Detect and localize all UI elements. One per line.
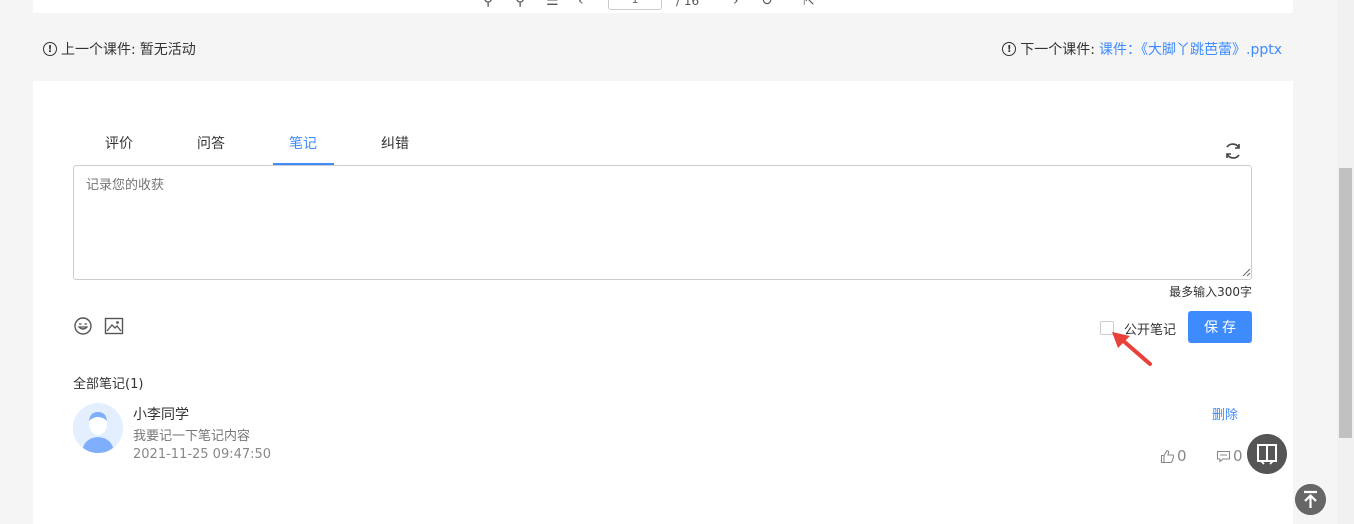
resize-handle-icon[interactable] xyxy=(1241,267,1251,277)
save-button[interactable]: 保存 xyxy=(1188,311,1252,343)
emoji-icon[interactable] xyxy=(73,316,93,336)
prev-courseware-label: 上一个课件: xyxy=(61,42,136,58)
avatar xyxy=(73,403,123,453)
prev-courseware: ! 上一个课件: 暂无活动 xyxy=(43,39,196,59)
fullscreen-icon[interactable]: ⇱ xyxy=(803,0,815,8)
thumbs-up-icon xyxy=(1160,449,1175,463)
zoom-out-icon[interactable]: ⚲ xyxy=(515,0,525,8)
char-limit-hint: 最多输入300字 xyxy=(1169,285,1252,299)
book-icon[interactable] xyxy=(1247,434,1287,474)
notes-panel: 评价 问答 笔记 纠错 最多输入300字 公开笔记 保存 全部笔记(1) xyxy=(33,81,1293,524)
like-count: 0 xyxy=(1177,447,1187,465)
scrollbar-thumb[interactable] xyxy=(1339,168,1352,438)
comment-icon xyxy=(1216,450,1231,463)
next-courseware: ! 下一个课件: 课件：《大脚丫跳芭蕾》.pptx xyxy=(1002,39,1282,59)
back-to-top-icon[interactable] xyxy=(1295,484,1326,515)
prev-courseware-value: 暂无活动 xyxy=(139,42,196,58)
next-courseware-label: 下一个课件: xyxy=(1020,42,1095,58)
page-number-input[interactable]: 1 xyxy=(608,0,662,10)
delete-note-link[interactable]: 删除 xyxy=(1212,404,1238,423)
list-icon[interactable]: ☰ xyxy=(546,0,559,8)
page-total: / 16 xyxy=(676,0,700,8)
tab-qa[interactable]: 问答 xyxy=(165,133,257,165)
tab-notes[interactable]: 笔记 xyxy=(257,133,349,165)
note-content: 我要记一下笔记内容 xyxy=(133,429,251,444)
courseware-navigation: ! 上一个课件: 暂无活动 ! 下一个课件: 课件：《大脚丫跳芭蕾》.pptx xyxy=(0,13,1354,81)
image-icon[interactable] xyxy=(104,317,124,335)
comment-count: 0 xyxy=(1233,447,1243,465)
tab-review[interactable]: 评价 xyxy=(73,133,165,165)
next-page-icon[interactable]: › xyxy=(733,0,739,8)
refresh-icon[interactable] xyxy=(1223,141,1243,161)
document-toolbar: ⚲ ⚲ ☰ ‹ 1 / 16 › ↻ ⇱ xyxy=(33,0,1293,13)
tab-bar: 评价 问答 笔记 纠错 xyxy=(73,133,441,165)
info-icon: ! xyxy=(43,42,57,56)
info-icon: ! xyxy=(1002,42,1017,56)
like-button[interactable]: 0 xyxy=(1160,447,1187,465)
zoom-in-icon[interactable]: ⚲ xyxy=(483,0,493,8)
note-author: 小李同学 xyxy=(133,407,189,423)
rotate-icon[interactable]: ↻ xyxy=(761,0,773,8)
note-input[interactable] xyxy=(73,165,1252,280)
comment-button[interactable]: 0 xyxy=(1216,447,1243,465)
red-arrow-annotation xyxy=(1112,332,1152,366)
prev-page-icon[interactable]: ‹ xyxy=(578,0,584,8)
tab-correction[interactable]: 纠错 xyxy=(349,133,441,165)
all-notes-header: 全部笔记(1) xyxy=(73,377,144,392)
note-timestamp: 2021-11-25 09:47:50 xyxy=(133,447,272,462)
next-courseware-link[interactable]: 课件：《大脚丫跳芭蕾》.pptx xyxy=(1099,39,1282,59)
